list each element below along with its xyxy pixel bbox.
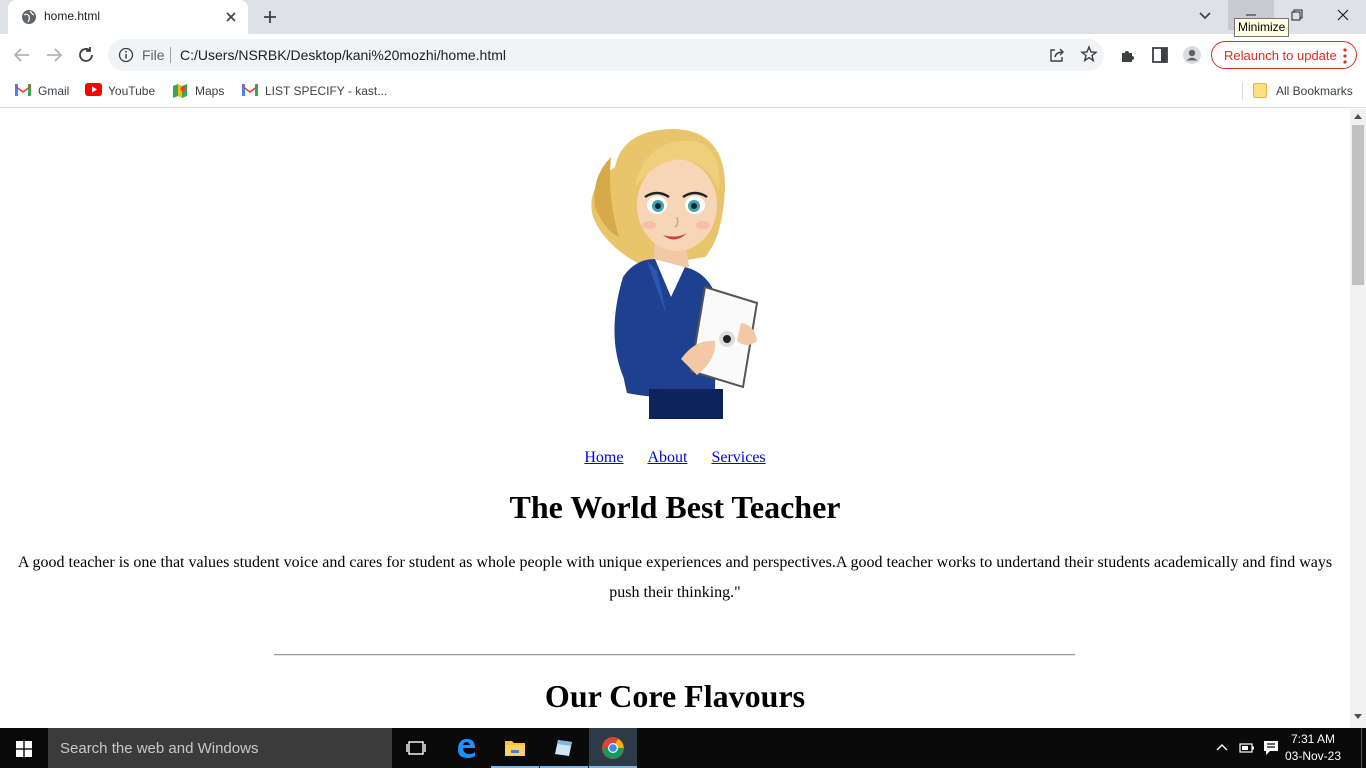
relaunch-label: Relaunch to update (1224, 48, 1337, 63)
bookmark-maps[interactable]: Maps (172, 82, 230, 102)
taskbar-search-box[interactable]: Search the web and Windows (48, 728, 392, 768)
close-tab-icon[interactable] (222, 8, 240, 26)
share-icon[interactable] (1048, 46, 1066, 64)
show-desktop-button[interactable] (1361, 728, 1366, 768)
taskbar-clock[interactable]: 7:31 AM 03-Nov-23 (1282, 731, 1344, 765)
windows-taskbar: Search the web and Windows 7:31 AM 03-No… (0, 728, 1366, 768)
clock-time: 7:31 AM (1290, 732, 1336, 746)
extensions-icon[interactable] (1118, 45, 1138, 65)
file-explorer-taskbar-button[interactable] (491, 728, 539, 768)
back-icon[interactable] (11, 44, 33, 66)
close-window-button[interactable] (1320, 0, 1366, 30)
folder-icon (1253, 83, 1267, 98)
browser-tab[interactable]: home.html (8, 0, 248, 34)
folder-icon (505, 741, 525, 756)
close-icon (1337, 9, 1349, 21)
tab-strip: home.html Minimize (0, 0, 1366, 37)
reload-icon[interactable] (75, 44, 97, 66)
url-text[interactable]: C:/Users/NSRBK/Desktop/kani%20mozhi/home… (180, 47, 506, 63)
section-divider (274, 654, 1075, 656)
bookmark-label: YouTube (108, 84, 156, 98)
browser-toolbar: File C:/Users/NSRBK/Desktop/kani%20mozhi… (0, 34, 1366, 76)
edge-icon (458, 739, 475, 758)
globe-icon (22, 10, 36, 24)
nav-link-services[interactable]: Services (711, 449, 765, 466)
maps-icon (173, 84, 187, 98)
bookmark-label: LIST SPECIFY - kast... (265, 84, 388, 98)
battery-icon[interactable] (1239, 741, 1255, 755)
app-taskbar-button[interactable] (540, 728, 588, 768)
task-view-button[interactable] (392, 728, 440, 768)
relaunch-update-button[interactable]: Relaunch to update (1211, 41, 1357, 69)
nav-link-home[interactable]: Home (584, 449, 623, 466)
scroll-up-arrow-icon[interactable] (1354, 113, 1362, 119)
notebook-app-icon (555, 740, 572, 756)
action-center-icon[interactable] (1263, 740, 1279, 756)
side-panel-icon[interactable] (1150, 45, 1170, 65)
page-title: The World Best Teacher (509, 489, 841, 525)
restore-icon (1291, 9, 1303, 21)
profile-avatar-icon[interactable] (1182, 45, 1202, 65)
bookmarks-divider (1242, 82, 1243, 100)
bookmark-list-specify[interactable]: LIST SPECIFY - kast... (242, 82, 387, 102)
nav-link-about[interactable]: About (647, 449, 687, 466)
info-icon[interactable] (118, 47, 134, 63)
intro-paragraph: A good teacher is one that values studen… (17, 554, 1333, 601)
gmail-icon (15, 84, 31, 96)
youtube-icon (85, 83, 102, 96)
bookmark-label: Maps (195, 84, 225, 98)
chrome-taskbar-button[interactable] (589, 728, 637, 768)
forward-icon[interactable] (43, 44, 65, 66)
gmail-icon (242, 84, 258, 96)
minimize-tooltip: Minimize (1234, 18, 1290, 37)
url-divider (170, 47, 171, 63)
chevron-down-icon[interactable] (1196, 6, 1214, 24)
clock-date: 03-Nov-23 (1284, 749, 1342, 763)
more-menu-icon (1343, 48, 1347, 64)
chrome-icon (602, 737, 624, 759)
scrollbar-thumb[interactable] (1352, 125, 1364, 285)
bookmark-label: Gmail (38, 84, 70, 98)
windows-logo-icon (16, 741, 32, 757)
all-bookmarks-button[interactable]: All Bookmarks (1253, 82, 1357, 102)
section-heading: Our Core Flavours (544, 678, 806, 714)
page-scrollbar[interactable] (1350, 109, 1366, 728)
new-tab-icon[interactable] (260, 7, 280, 27)
edge-taskbar-button[interactable] (442, 728, 490, 768)
page-viewport: Home About Services The World Best Teach… (0, 109, 1350, 728)
address-bar[interactable]: File C:/Users/NSRBK/Desktop/kani%20mozhi… (108, 39, 1104, 71)
site-nav: Home About Services (0, 449, 1350, 467)
tab-title: home.html (44, 9, 101, 23)
scroll-down-arrow-icon[interactable] (1354, 714, 1362, 720)
teacher-cartoon-image (591, 129, 759, 419)
tray-chevron-up-icon[interactable] (1216, 742, 1228, 752)
start-button[interactable] (0, 728, 48, 768)
url-scheme-label: File (142, 47, 165, 63)
bookmarks-bar: Gmail YouTube Maps LIST SPECIFY - kast..… (0, 76, 1366, 108)
bookmark-gmail[interactable]: Gmail (15, 82, 75, 102)
bookmark-youtube[interactable]: YouTube (85, 82, 159, 102)
taskbar-search-placeholder: Search the web and Windows (60, 740, 259, 757)
all-bookmarks-label: All Bookmarks (1276, 84, 1353, 98)
task-view-icon (406, 741, 426, 755)
bookmark-star-icon[interactable] (1080, 45, 1098, 63)
